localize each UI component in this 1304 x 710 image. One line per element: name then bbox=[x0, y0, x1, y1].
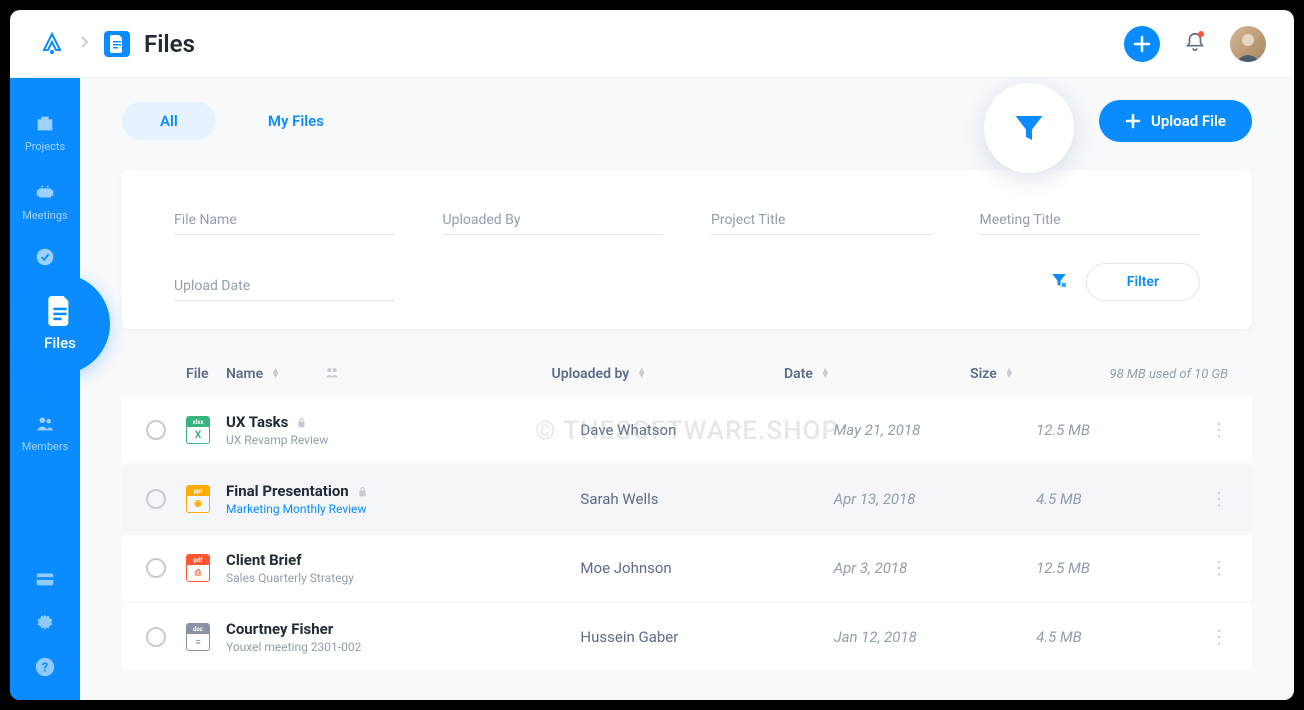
upload-date: Apr 13, 2018 bbox=[834, 490, 916, 508]
avatar[interactable] bbox=[1230, 26, 1266, 62]
sidebar-item-members[interactable]: Members bbox=[10, 398, 80, 467]
table-header: File Name ▲▼ Uploaded by ▲▼ Date bbox=[122, 351, 1252, 397]
chevron-right-icon bbox=[80, 34, 90, 53]
uploader: Moe Johnson bbox=[580, 559, 671, 577]
file-name[interactable]: Final Presentation bbox=[226, 482, 368, 500]
table-row: pdf ⎙ Client Brief Sales Quarterly Strat… bbox=[122, 535, 1252, 601]
sidebar-item-label: Members bbox=[22, 440, 69, 453]
row-checkbox[interactable] bbox=[146, 558, 166, 578]
notification-dot bbox=[1198, 31, 1204, 37]
more-icon[interactable]: ⋮ bbox=[1210, 627, 1228, 648]
sidebar-item-check[interactable] bbox=[10, 236, 80, 278]
col-name[interactable]: Name ▲▼ bbox=[226, 365, 552, 383]
filter-file-name[interactable] bbox=[174, 206, 395, 235]
files-table: File Name ▲▼ Uploaded by ▲▼ Date bbox=[122, 351, 1252, 670]
file-project[interactable]: Marketing Monthly Review bbox=[226, 502, 368, 516]
storage-text: 98 MB used of 10 GB bbox=[1110, 367, 1228, 382]
sidebar-item-projects[interactable]: Projects bbox=[10, 98, 80, 167]
help-icon[interactable]: ? bbox=[34, 656, 56, 678]
upload-date: Jan 12, 2018 bbox=[834, 628, 917, 646]
filter-panel: Filter bbox=[122, 170, 1252, 329]
filter-button[interactable]: Filter bbox=[1086, 263, 1200, 301]
page-title: Files bbox=[144, 30, 195, 58]
main-content: © THESOFTWARE.SHOP All My Files Upload F… bbox=[80, 78, 1294, 700]
tab-my-files[interactable]: My Files bbox=[230, 102, 362, 140]
file-type-icon: pdf ⎙ bbox=[186, 554, 210, 582]
filter-uploaded-by[interactable] bbox=[443, 206, 664, 235]
file-size: 12.5 MB bbox=[1036, 421, 1090, 439]
lock-icon bbox=[296, 417, 307, 428]
filter-project-title[interactable] bbox=[711, 206, 932, 235]
add-button[interactable] bbox=[1124, 26, 1160, 62]
more-icon[interactable]: ⋮ bbox=[1210, 420, 1228, 441]
sidebar-item-meetings[interactable]: Meetings bbox=[10, 167, 80, 236]
gear-icon[interactable] bbox=[34, 612, 56, 634]
notifications-button[interactable] bbox=[1184, 31, 1206, 57]
clear-filter-icon[interactable] bbox=[1050, 271, 1068, 293]
file-project: UX Revamp Review bbox=[226, 433, 328, 447]
table-row: xlsx X UX Tasks UX Revamp Review Dave Wh… bbox=[122, 397, 1252, 463]
col-uploaded-by[interactable]: Uploaded by ▲▼ bbox=[552, 366, 785, 382]
table-row: ppt ◉ Final Presentation Marketing Month… bbox=[122, 466, 1252, 532]
more-icon[interactable]: ⋮ bbox=[1210, 558, 1228, 579]
more-icon[interactable]: ⋮ bbox=[1210, 489, 1228, 510]
filter-meeting-title[interactable] bbox=[980, 206, 1201, 235]
upload-button-label: Upload File bbox=[1151, 112, 1226, 130]
sidebar-item-label: Meetings bbox=[22, 209, 67, 222]
lock-icon bbox=[357, 486, 368, 497]
sidebar-item-label: Projects bbox=[25, 140, 65, 153]
app-logo[interactable] bbox=[38, 30, 66, 58]
sort-icon: ▲▼ bbox=[637, 369, 646, 379]
file-project: Sales Quarterly Strategy bbox=[226, 571, 354, 585]
billing-icon[interactable] bbox=[34, 568, 56, 590]
filter-upload-date[interactable] bbox=[174, 272, 395, 301]
file-type-icon: xlsx X bbox=[186, 416, 210, 444]
file-size: 4.5 MB bbox=[1036, 628, 1082, 646]
file-name[interactable]: Courtney Fisher bbox=[226, 620, 361, 638]
col-file[interactable]: File bbox=[186, 366, 226, 382]
file-type-icon: ppt ◉ bbox=[186, 485, 210, 513]
file-size: 12.5 MB bbox=[1036, 559, 1090, 577]
file-project: Youxel meeting 2301-002 bbox=[226, 640, 361, 654]
upload-date: Apr 3, 2018 bbox=[834, 559, 908, 577]
sidebar-item-label: Files bbox=[44, 334, 76, 352]
filter-toggle-button[interactable] bbox=[984, 83, 1074, 173]
svg-text:?: ? bbox=[42, 661, 48, 676]
sidebar-item-files[interactable]: Files bbox=[10, 274, 110, 374]
col-size[interactable]: Size ▲▼ bbox=[970, 366, 1110, 382]
sort-icon: ▲▼ bbox=[1005, 369, 1014, 379]
file-name[interactable]: Client Brief bbox=[226, 551, 354, 569]
col-date[interactable]: Date ▲▼ bbox=[784, 366, 970, 382]
share-icon bbox=[324, 365, 340, 383]
file-type-icon: doc ≡ bbox=[186, 623, 210, 651]
row-checkbox[interactable] bbox=[146, 420, 166, 440]
upload-file-button[interactable]: Upload File bbox=[1099, 100, 1252, 142]
file-size: 4.5 MB bbox=[1036, 490, 1082, 508]
file-icon bbox=[104, 31, 130, 57]
uploader: Hussein Gaber bbox=[580, 628, 678, 646]
uploader: Sarah Wells bbox=[580, 490, 658, 508]
file-name[interactable]: UX Tasks bbox=[226, 413, 328, 431]
row-checkbox[interactable] bbox=[146, 627, 166, 647]
sort-icon: ▲▼ bbox=[271, 369, 280, 379]
sidebar: Projects Meetings Files Members bbox=[10, 78, 80, 700]
header: Files bbox=[10, 10, 1294, 78]
uploader: Dave Whatson bbox=[580, 421, 676, 439]
upload-date: May 21, 2018 bbox=[834, 421, 921, 439]
row-checkbox[interactable] bbox=[146, 489, 166, 509]
sort-icon: ▲▼ bbox=[821, 369, 830, 379]
tab-all[interactable]: All bbox=[122, 102, 216, 140]
table-row: doc ≡ Courtney Fisher Youxel meeting 230… bbox=[122, 604, 1252, 670]
